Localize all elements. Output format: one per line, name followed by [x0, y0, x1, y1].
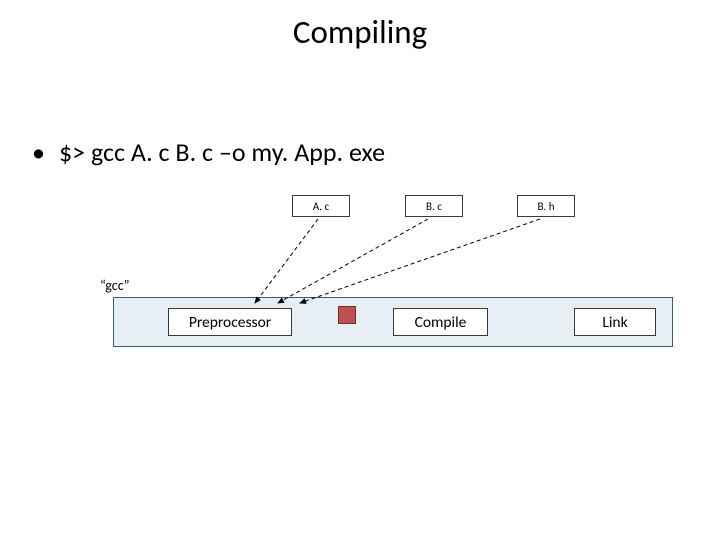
- red-marker: [338, 306, 356, 324]
- gcc-label: “gcc”: [100, 277, 130, 294]
- arrow-ac-to-preprocessor: [255, 219, 318, 303]
- file-box-b-h: B. h: [517, 195, 575, 217]
- slide-title: Compiling: [0, 12, 720, 52]
- slide: Compiling • $> gcc A. c B. c –o my. App.…: [0, 0, 720, 540]
- file-box-b-c: B. c: [405, 195, 463, 217]
- bullet-line: • $> gcc A. c B. c –o my. App. exe: [32, 136, 385, 168]
- bullet-dot: •: [32, 139, 45, 165]
- arrow-bc-to-preprocessor: [278, 219, 428, 303]
- stage-preprocessor: Preprocessor: [168, 308, 292, 336]
- file-box-a-c: A. c: [292, 195, 350, 217]
- stage-link: Link: [574, 308, 656, 336]
- arrow-bh-to-preprocessor: [300, 219, 540, 303]
- arrows-layer: [0, 0, 720, 540]
- bullet-text: $> gcc A. c B. c –o my. App. exe: [59, 136, 385, 168]
- stage-compile: Compile: [393, 308, 488, 336]
